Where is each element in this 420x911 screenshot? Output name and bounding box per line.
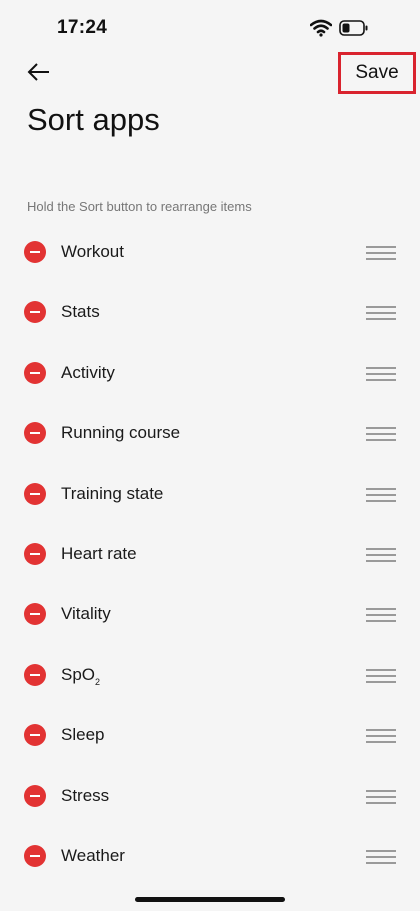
remove-button[interactable] [24, 482, 46, 505]
list-item: Running course [0, 403, 420, 463]
list-item: Vitality [0, 584, 420, 644]
list-item-label-subscript: 2 [95, 676, 101, 687]
list-item: Training state [0, 464, 420, 524]
drag-handle-icon[interactable] [366, 727, 396, 744]
remove-button[interactable] [24, 361, 46, 384]
drag-handle-icon[interactable] [366, 365, 396, 381]
remove-button[interactable] [24, 663, 46, 686]
list-item-label: Workout [61, 242, 124, 261]
arrow-left-icon [27, 63, 49, 81]
remove-button[interactable] [24, 784, 46, 807]
drag-handle-icon[interactable] [366, 667, 396, 683]
app-sort-list: Workout Stats Activity Running course Tr… [0, 222, 420, 886]
drag-handle-icon[interactable] [366, 606, 396, 623]
status-time: 17:24 [57, 17, 108, 38]
remove-button[interactable] [24, 603, 46, 626]
drag-handle-icon[interactable] [366, 425, 396, 442]
list-item-label: Heart rate [61, 543, 137, 563]
drag-handle-icon[interactable] [366, 244, 396, 260]
list-item-label: Vitality [61, 604, 111, 624]
remove-button[interactable] [24, 844, 46, 867]
save-button[interactable]: Save [338, 52, 416, 94]
home-indicator[interactable] [135, 897, 285, 902]
list-item-label: Weather [61, 845, 125, 865]
remove-button[interactable] [24, 241, 46, 263]
list-item: Stress [0, 766, 420, 826]
battery-icon [339, 20, 368, 36]
back-button[interactable] [24, 58, 54, 86]
hint-text: Hold the Sort button to rearrange items [27, 199, 252, 214]
list-item: Activity [0, 343, 420, 403]
list-item-label: Stats [61, 302, 100, 322]
list-item-label: Sleep [61, 725, 105, 745]
page-title: Sort apps [27, 102, 160, 137]
status-bar: 17:24 [0, 0, 420, 56]
list-item: Heart rate [0, 524, 420, 584]
drag-handle-icon[interactable] [366, 546, 396, 562]
list-item: SpO2 [0, 645, 420, 705]
list-item-label: Stress [61, 785, 110, 805]
list-item: Weather [0, 826, 420, 886]
list-item-label: SpO2 [61, 665, 100, 687]
drag-handle-icon[interactable] [366, 486, 396, 502]
list-item: Stats [0, 282, 420, 342]
drag-handle-icon[interactable] [366, 848, 396, 864]
wifi-icon [310, 19, 332, 37]
drag-handle-icon[interactable] [366, 304, 396, 321]
list-item: Workout [0, 222, 420, 282]
list-item: Sleep [0, 705, 420, 765]
list-item-label: Running course [61, 423, 181, 443]
list-item-label: Activity [61, 362, 115, 382]
remove-button[interactable] [24, 724, 46, 747]
drag-handle-icon[interactable] [366, 788, 396, 804]
remove-button[interactable] [24, 422, 46, 445]
remove-button[interactable] [24, 301, 46, 324]
list-item-label: Training state [61, 483, 164, 503]
remove-button[interactable] [24, 542, 46, 565]
list-item-label-text: SpO [61, 664, 96, 684]
